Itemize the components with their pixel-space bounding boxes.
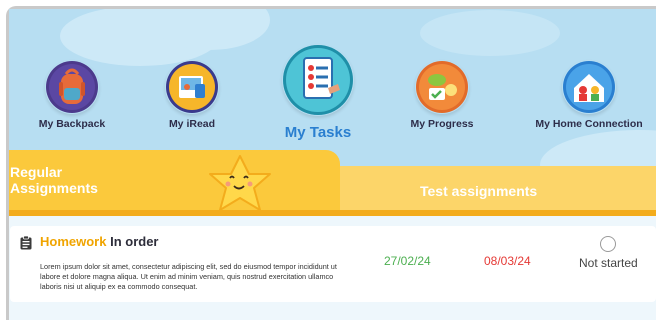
nav-label: My Tasks xyxy=(284,124,352,141)
task-kind: Homework xyxy=(40,234,107,249)
nav-label: My iRead xyxy=(168,118,216,130)
task-name: In order xyxy=(110,234,159,249)
assignment-tabs: Regular Assignments xyxy=(9,150,656,212)
nav-label: My Home Connection xyxy=(535,118,643,130)
app-viewport: My Backpack My iRead My Tasks My Progres… xyxy=(9,9,656,320)
nav-item-home-connection[interactable]: My Home Connection xyxy=(534,60,644,130)
star-mascot-icon xyxy=(209,155,271,211)
clipboard-icon xyxy=(20,236,32,250)
task-description: Lorem ipsum dolor sit amet, consectetur … xyxy=(40,262,337,291)
nav-item-backpack[interactable]: My Backpack xyxy=(32,60,112,130)
home-family-icon xyxy=(563,61,615,113)
nav-label: My Progress xyxy=(410,118,474,130)
nav-item-tasks[interactable]: My Tasks xyxy=(268,44,368,141)
nav-item-progress[interactable]: My Progress xyxy=(402,60,482,130)
progress-badge-icon xyxy=(416,61,468,113)
book-icon xyxy=(166,61,218,113)
main-nav: My Backpack My iRead My Tasks My Progres… xyxy=(9,9,656,156)
task-status: Not started xyxy=(579,256,638,270)
tab-regular-label: Regular Assignments xyxy=(10,164,98,196)
backpack-icon xyxy=(46,61,98,113)
task-list-icon xyxy=(283,45,353,115)
task-start-date: 27/02/24 xyxy=(384,254,431,268)
task-due-date: 08/03/24 xyxy=(484,254,531,268)
tab-test-label: Test assignments xyxy=(420,183,538,199)
nav-item-iread[interactable]: My iRead xyxy=(152,60,232,130)
nav-label: My Backpack xyxy=(38,118,106,130)
status-indicator xyxy=(600,236,616,252)
task-title[interactable]: Homework In order xyxy=(40,234,159,249)
tab-regular-assignments[interactable]: Regular Assignments xyxy=(9,150,340,212)
